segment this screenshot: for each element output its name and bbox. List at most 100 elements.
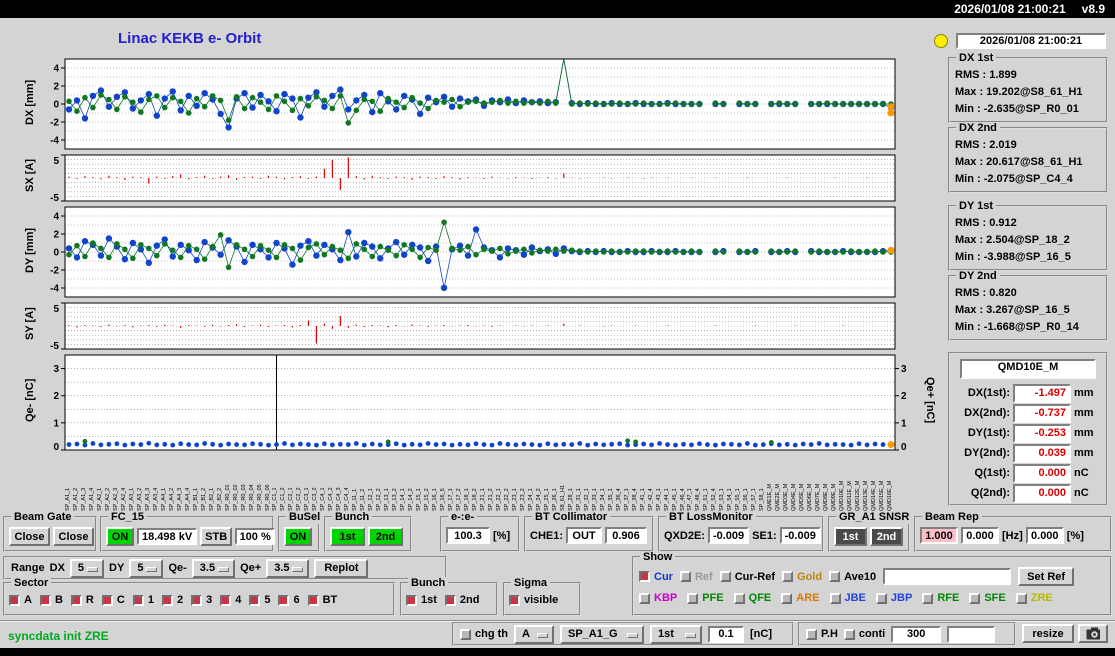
sector-checkbox-c[interactable]: C	[101, 594, 125, 606]
show-checkbox-ref-box[interactable]	[679, 571, 691, 582]
gr-snsr-1st-button[interactable]: 1st	[834, 527, 867, 546]
show-checkbox-are-box[interactable]	[781, 592, 793, 604]
busel-on-button[interactable]: ON	[284, 527, 312, 546]
x-tick-label: QMD10E_M	[839, 480, 846, 511]
show-checkbox-qfe[interactable]: QFE	[733, 592, 771, 604]
section-select[interactable]: A	[514, 624, 554, 644]
conti-checkbox[interactable]: conti	[843, 628, 885, 640]
show-checkbox-are[interactable]: ARE	[781, 592, 820, 604]
svg-text:2: 2	[901, 391, 907, 402]
sector-checkbox-2-box[interactable]	[161, 594, 173, 606]
range-dy-select[interactable]: 5	[129, 558, 164, 578]
bunch-2nd-button[interactable]: 2nd	[368, 527, 403, 546]
show-checkbox-kbp-box[interactable]	[639, 592, 650, 604]
x-tick-label: SP_B2_2	[216, 487, 223, 511]
show-checkbox-jbp[interactable]: JBP	[875, 592, 912, 604]
bpm-select[interactable]: SP_A1_G	[560, 624, 644, 644]
show-checkbox-zre-box[interactable]	[1015, 592, 1027, 604]
sector-checkbox-5[interactable]: 5	[249, 594, 270, 606]
resize-button[interactable]: resize	[1022, 624, 1074, 643]
bunch-checkbox-2nd[interactable]: 2nd	[444, 594, 479, 606]
sector-checkbox-4[interactable]: 4	[220, 594, 241, 606]
show-checkbox-ave10[interactable]: Ave10	[829, 571, 876, 583]
chg-th-checkbox[interactable]: chg th	[460, 628, 508, 640]
x-tick-label: SP_41_1	[639, 488, 646, 511]
screenshot-button[interactable]	[1078, 624, 1108, 643]
sector-checkbox-4-box[interactable]	[220, 594, 232, 606]
sector-checkbox-bt-box[interactable]	[307, 594, 319, 606]
beam-gate-close-button-2[interactable]: Close	[53, 527, 94, 546]
sector-checkbox-r[interactable]: R	[70, 594, 94, 606]
show-checkbox-cur[interactable]: Cur	[639, 571, 673, 583]
conti-checkbox-box[interactable]	[843, 628, 855, 640]
show-checkbox-rfe[interactable]: RFE	[922, 592, 959, 604]
bt-lossmonitor-group: BT LossMonitor QXD2E: -0.009 SE1: -0.009	[658, 511, 824, 552]
ph-checkbox-box[interactable]	[806, 628, 817, 640]
show-checkbox-jbp-box[interactable]	[875, 592, 887, 604]
sector-checkbox-b-box[interactable]	[39, 594, 51, 606]
show-checkbox-rfe-box[interactable]	[922, 592, 934, 604]
fc15-stb-button[interactable]: STB	[200, 527, 233, 546]
bunch-checkbox-2nd-box[interactable]	[444, 594, 456, 606]
sector-checkbox-b[interactable]: B	[39, 594, 63, 606]
sector-checkbox-r-box[interactable]	[70, 594, 82, 606]
show-checkbox-ave10-box[interactable]	[829, 571, 841, 582]
show-checkbox-cur-box[interactable]	[639, 571, 650, 582]
sector-checkbox-bt[interactable]: BT	[307, 594, 337, 606]
show-checkbox-kbp[interactable]: KBP	[639, 592, 677, 604]
range-qep-select[interactable]: 3.5	[266, 558, 310, 578]
show-checkbox-pfe-box[interactable]	[687, 592, 699, 604]
x-tick-label: SP_B1_1	[192, 487, 199, 511]
range-dx-select[interactable]: 5	[69, 558, 105, 578]
sector-checkbox-a[interactable]: A	[9, 594, 32, 606]
sx-chart: 5 -5	[50, 154, 896, 204]
beam-gate-close-button-1[interactable]: Close	[9, 527, 50, 546]
fc15-pct-value: 100 %	[235, 528, 276, 545]
bunch-checkbox-1st[interactable]: 1st	[406, 594, 437, 606]
sigma-checkbox-visible-box[interactable]	[509, 594, 520, 606]
fc15-label: FC_15	[108, 511, 148, 524]
x-tick-label: SP_B1_2	[200, 487, 207, 511]
replot-button[interactable]: Replot	[314, 558, 369, 578]
show-checkbox-jbe[interactable]: JBE	[829, 592, 866, 604]
show-checkbox-qfe-box[interactable]	[733, 592, 745, 604]
show-checkbox-sfe[interactable]: SFE	[969, 592, 1006, 604]
x-tick-label: SP_13_1	[384, 488, 391, 511]
show-checkbox-gold[interactable]: Gold	[782, 571, 822, 583]
bunch-checkbox-1st-box[interactable]	[406, 594, 417, 606]
sector-checkbox-c-box[interactable]	[101, 594, 113, 606]
x-tick-label: SP_C1_2	[280, 487, 287, 511]
sigma-checkbox-visible[interactable]: visible	[509, 594, 558, 606]
sector-checkbox-a-box[interactable]	[9, 594, 20, 606]
show-checkbox-sfe-box[interactable]	[969, 592, 981, 604]
bunch-1st-button[interactable]: 1st	[330, 527, 365, 546]
sector-checkbox-6[interactable]: 6	[278, 594, 300, 606]
bunch-order-select[interactable]: 1st	[650, 624, 702, 644]
range-qem-select[interactable]: 3.5	[191, 558, 236, 578]
sector-checkbox-5-box[interactable]	[249, 594, 261, 606]
sector-checkbox-6-box[interactable]	[278, 594, 290, 606]
dy-chart: 4 2 0 -2 -4	[50, 206, 896, 298]
sector-checkbox-1-box[interactable]	[132, 594, 144, 606]
show-checkbox-ref[interactable]: Ref	[679, 571, 713, 583]
sector-checkbox-1[interactable]: 1	[132, 594, 154, 606]
x-tick-label: SP_47_1	[687, 488, 694, 511]
show-checkbox-gold-box[interactable]	[782, 571, 794, 582]
x-tick-label: SP_26_1	[551, 488, 558, 511]
show-checkbox-pfe[interactable]: PFE	[687, 592, 724, 604]
sector-checkbox-3-box[interactable]	[191, 594, 203, 606]
chg-th-checkbox-box[interactable]	[460, 628, 471, 640]
qxd2e-value: -0.009	[707, 527, 750, 544]
ph-checkbox[interactable]: P.H	[806, 628, 838, 640]
x-tick-label: SP_38_4	[631, 488, 638, 511]
gr-snsr-2nd-button[interactable]: 2nd	[870, 527, 903, 546]
fc15-on-button[interactable]: ON	[106, 527, 134, 546]
show-checkbox-cur-ref-box[interactable]	[719, 571, 731, 582]
sector-checkbox-2[interactable]: 2	[161, 594, 183, 606]
show-checkbox-jbe-box[interactable]	[829, 592, 841, 604]
set-ref-input[interactable]	[883, 568, 1012, 585]
show-checkbox-zre[interactable]: ZRE	[1015, 592, 1053, 604]
sector-checkbox-3[interactable]: 3	[191, 594, 212, 606]
show-checkbox-cur-ref[interactable]: Cur-Ref	[719, 571, 775, 583]
set-ref-button[interactable]: Set Ref	[1018, 567, 1075, 586]
